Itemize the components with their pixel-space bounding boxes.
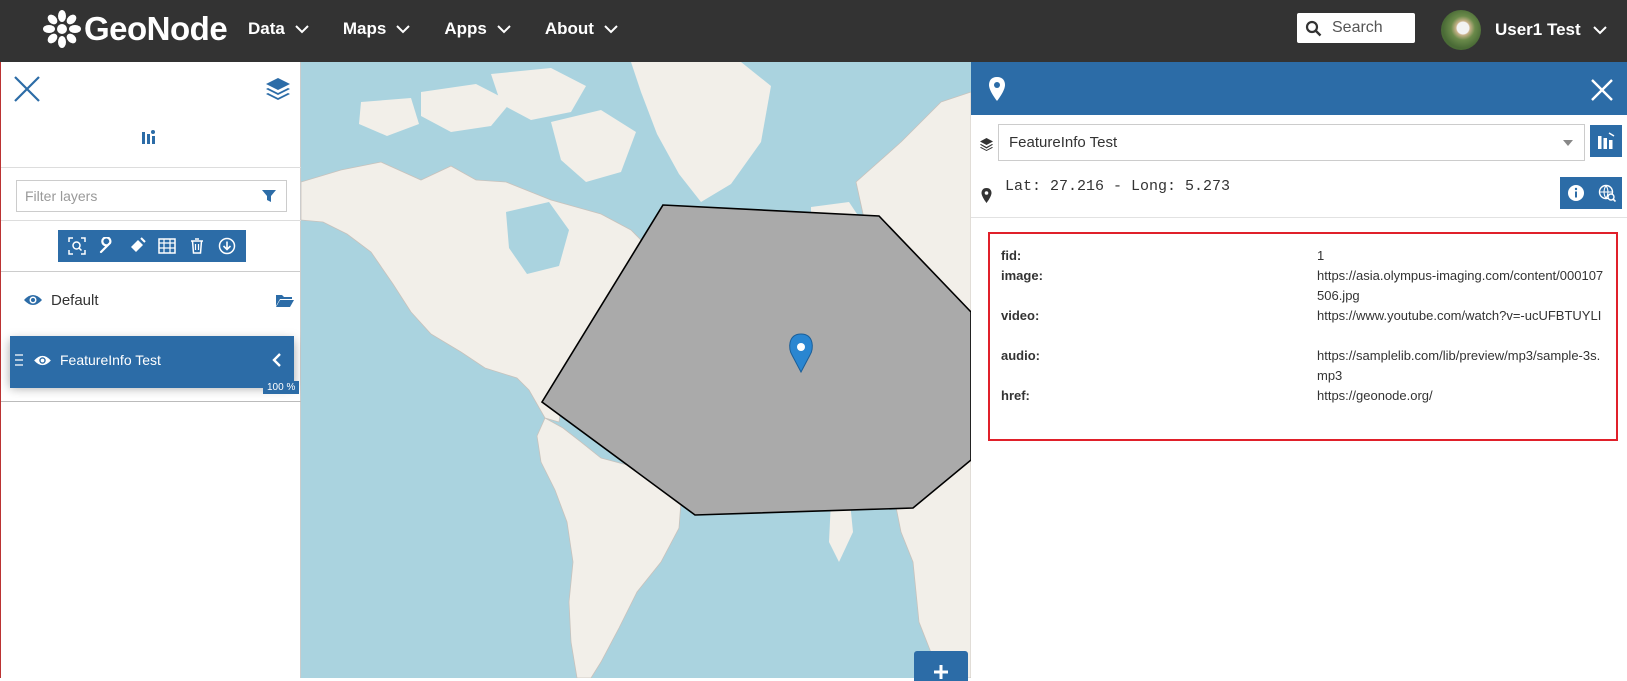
layer-group-default[interactable]: Default	[23, 280, 295, 320]
filter-icon[interactable]	[261, 188, 277, 204]
chevron-down-icon	[604, 25, 618, 34]
user-menu[interactable]: User1 Test	[1441, 9, 1607, 51]
basemap	[301, 62, 971, 678]
property-key: fid:	[1001, 248, 1022, 263]
close-icon[interactable]	[1590, 78, 1614, 102]
catalog-icon[interactable]	[141, 129, 157, 145]
brand-name: GeoNode	[84, 10, 228, 47]
opacity-label: 100 %	[263, 381, 300, 394]
zoom-to-extent-icon	[68, 237, 86, 255]
property-key: image:	[1001, 268, 1043, 283]
info-button[interactable]	[1560, 177, 1591, 209]
trash-icon	[191, 238, 203, 254]
landmass-baffin-island	[551, 110, 636, 182]
layers-icon[interactable]	[264, 76, 292, 102]
property-key: href:	[1001, 388, 1030, 403]
opacity-slider[interactable]	[10, 384, 294, 388]
chevron-left-icon[interactable]	[272, 353, 282, 367]
show-all-layers-button[interactable]	[1590, 125, 1622, 157]
main-nav: Data Maps Apps About	[248, 0, 652, 58]
property-value-link[interactable]: https://asia.olympus-imaging.com/content…	[1317, 266, 1607, 306]
coordinate-actions	[1560, 177, 1622, 209]
reverse-geocode-button[interactable]	[1591, 177, 1622, 209]
download-layer-button[interactable]	[216, 235, 238, 257]
chevron-down-icon	[295, 25, 309, 34]
layer-select[interactable]: FeatureInfo Test	[998, 124, 1585, 161]
eye-icon[interactable]	[33, 354, 52, 367]
nav-maps-label: Maps	[342, 19, 387, 38]
coordinates-readout: Lat: 27.216 - Long: 5.273	[1005, 178, 1231, 195]
layer-select-value: FeatureInfo Test	[1009, 134, 1118, 151]
eye-icon[interactable]	[23, 293, 43, 307]
folder-open-icon[interactable]	[275, 292, 295, 308]
chevron-down-icon	[1592, 26, 1607, 35]
identify-panel-header	[971, 62, 1627, 115]
user-name: User1 Test	[1495, 20, 1581, 39]
geonode-logo[interactable]: GeoNode	[42, 6, 228, 52]
chevron-down-icon	[497, 25, 511, 34]
chevron-down-icon	[396, 25, 411, 34]
opacity-slider-fill	[10, 384, 294, 388]
brush-icon	[131, 237, 146, 252]
divider	[1, 271, 301, 272]
attribute-table-button[interactable]	[156, 235, 178, 257]
divider	[1, 220, 301, 221]
download-icon	[218, 237, 236, 255]
nav-data[interactable]: Data	[248, 19, 309, 39]
zoom-in-button[interactable]	[914, 651, 968, 681]
property-key: audio:	[1001, 348, 1040, 363]
search-input[interactable]	[1332, 19, 1412, 37]
layer-settings-button[interactable]	[96, 235, 118, 257]
property-value-link[interactable]: https://www.youtube.com/watch?v=-ucUFBTU…	[1317, 306, 1607, 326]
search-box[interactable]	[1297, 13, 1415, 43]
avatar	[1441, 10, 1481, 50]
globe-search-icon	[1598, 184, 1616, 202]
delete-layer-button[interactable]	[186, 235, 208, 257]
layers-icon	[980, 138, 993, 151]
wrench-icon	[99, 237, 112, 254]
zoom-to-layer-button[interactable]	[66, 235, 88, 257]
nav-apps-label: Apps	[444, 19, 487, 38]
divider	[971, 217, 1627, 218]
nav-about[interactable]: About	[545, 19, 618, 39]
nav-data-label: Data	[248, 19, 285, 38]
close-icon[interactable]	[13, 75, 41, 103]
divider	[1, 401, 301, 402]
map-marker-icon	[989, 77, 1005, 101]
layer-item-featureinfo-test[interactable]: FeatureInfo Test	[10, 336, 294, 384]
caret-down-icon	[1563, 139, 1573, 146]
drag-handle-icon[interactable]	[15, 354, 23, 366]
layer-label: FeatureInfo Test	[60, 352, 161, 368]
top-navbar: GeoNode Data Maps Apps About User1 Test	[0, 0, 1627, 62]
table-icon	[158, 238, 176, 254]
landmass-arctic-island	[491, 68, 586, 120]
nav-apps[interactable]: Apps	[444, 19, 511, 39]
identify-panel: FeatureInfo Test Lat: 27.216 - Long: 5.2…	[971, 62, 1627, 678]
divider	[1, 167, 301, 168]
plus-icon	[934, 665, 948, 679]
nav-about-label: About	[544, 19, 594, 38]
layer-toolbar	[58, 230, 246, 262]
filter-layers-input[interactable]	[17, 188, 261, 204]
group-label: Default	[51, 291, 99, 309]
style-layer-button[interactable]	[126, 235, 148, 257]
filter-layers[interactable]	[16, 180, 287, 212]
map-viewport[interactable]	[301, 62, 971, 678]
geonode-flower-icon	[43, 10, 81, 48]
search-icon	[1305, 20, 1322, 36]
catalog-icon	[1598, 132, 1615, 149]
map-marker-icon	[981, 188, 992, 203]
landmass-greenland	[631, 62, 771, 202]
property-value: 1	[1317, 248, 1325, 263]
info-icon	[1567, 185, 1584, 201]
feature-properties: fid: 1 image: https://asia.olympus-imagi…	[988, 232, 1618, 441]
property-value-link[interactable]: https://geonode.org/	[1317, 386, 1607, 406]
landmass-arctic-island	[359, 98, 419, 136]
property-key: video:	[1001, 308, 1040, 323]
property-value-link[interactable]: https://samplelib.com/lib/preview/mp3/sa…	[1317, 346, 1607, 386]
layers-panel: Default FeatureInfo Test 100 %	[0, 62, 301, 678]
nav-maps[interactable]: Maps	[342, 19, 411, 39]
